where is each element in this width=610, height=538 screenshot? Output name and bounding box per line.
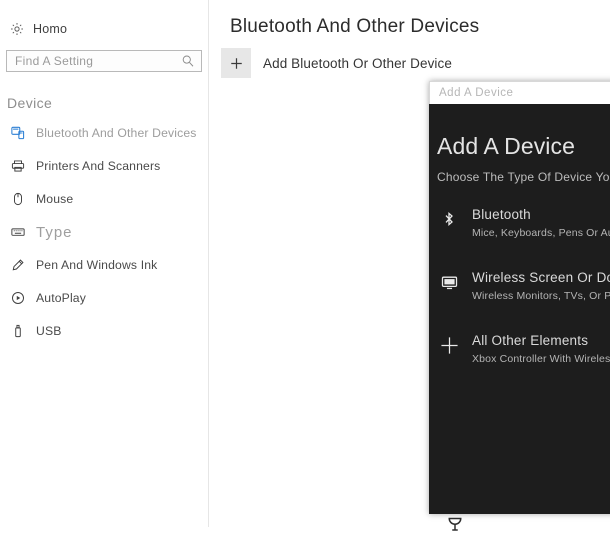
option-title: Wireless Screen Or Dock <box>472 270 610 285</box>
sidebar-item-home[interactable]: Homo <box>0 16 208 42</box>
option-title: All Other Elements <box>472 333 589 348</box>
mouse-icon <box>10 192 25 207</box>
option-description: Xbox Controller With Wireless Card, DUNA… <box>472 353 610 365</box>
sidebar-item-label: AutoPlay <box>36 291 86 305</box>
sidebar-section-heading: Device <box>7 95 53 111</box>
add-a-device-dialog: Add A Device Add A Device Choose The Typ… <box>429 81 610 514</box>
speaker-icon <box>445 513 465 533</box>
keyboard-icon <box>10 225 25 240</box>
dialog-body: Add A Device Choose The Type Of Device Y… <box>429 104 610 514</box>
dialog-heading: Add A Device <box>437 133 576 159</box>
option-description: Mice, Keyboards, Pens Or Audio Devices A… <box>472 227 610 239</box>
settings-window: Homo Device <box>0 0 610 531</box>
sidebar-nav-list: Bluetooth And Other Devices Printers And… <box>0 122 209 353</box>
search-box[interactable] <box>6 50 202 72</box>
dialog-subheading: Choose The Type Of Device You Want To Ad… <box>437 170 610 184</box>
bluetooth-icon <box>438 208 460 230</box>
option-all-other-elements[interactable]: All Other Elements Xbox Controller With … <box>429 326 610 371</box>
sidebar-item-label: Type <box>36 223 73 241</box>
monitor-icon <box>438 271 460 293</box>
sidebar-home-label: Homo <box>33 22 68 36</box>
sidebar-item-autoplay[interactable]: AutoPlay <box>0 287 209 309</box>
sidebar-item-usb[interactable]: USB <box>0 320 209 342</box>
main-content: Bluetooth And Other Devices Add Bluetoot… <box>209 0 610 531</box>
sidebar-item-label: Printers And Scanners <box>36 159 161 173</box>
page-title: Bluetooth And Other Devices <box>230 16 480 37</box>
plus-icon <box>438 334 460 356</box>
device-type-options: Bluetooth Mice, Keyboards, Pens Or Audio… <box>429 200 610 371</box>
gear-icon <box>10 22 24 36</box>
sidebar-item-label: USB <box>36 324 62 338</box>
sidebar: Homo Device <box>0 0 209 527</box>
sidebar-item-label: Pen And Windows Ink <box>36 258 158 272</box>
sidebar-item-bluetooth-and-other-devices[interactable]: Bluetooth And Other Devices <box>0 122 209 144</box>
add-device-label: Add Bluetooth Or Other Device <box>263 55 452 71</box>
dialog-titlebar-title: Add A Device <box>439 87 514 99</box>
pen-icon <box>10 258 25 273</box>
option-description: Wireless Monitors, TVs, Or PCs Using Mir… <box>472 290 610 302</box>
option-title: Bluetooth <box>472 207 531 222</box>
printer-icon <box>10 159 25 174</box>
sidebar-item-mouse[interactable]: Mouse <box>0 188 209 210</box>
sidebar-item-printers-and-scanners[interactable]: Printers And Scanners <box>0 155 209 177</box>
sidebar-item-label: Mouse <box>36 192 74 206</box>
autoplay-icon <box>10 291 25 306</box>
bluetooth-devices-icon <box>10 126 25 141</box>
sidebar-item-label: Bluetooth And Other Devices <box>36 126 197 140</box>
option-bluetooth[interactable]: Bluetooth Mice, Keyboards, Pens Or Audio… <box>429 200 610 245</box>
search-input[interactable] <box>7 51 201 71</box>
plus-icon[interactable] <box>221 48 251 78</box>
sidebar-item-type[interactable]: Type <box>0 221 209 243</box>
option-wireless-screen-or-dock[interactable]: Wireless Screen Or Dock Wireless Monitor… <box>429 263 610 308</box>
add-bluetooth-or-other-device-button[interactable]: Add Bluetooth Or Other Device <box>221 48 452 78</box>
dialog-titlebar: Add A Device <box>429 81 610 104</box>
sidebar-item-pen-and-windows-ink[interactable]: Pen And Windows Ink <box>0 254 209 276</box>
usb-icon <box>10 324 25 339</box>
